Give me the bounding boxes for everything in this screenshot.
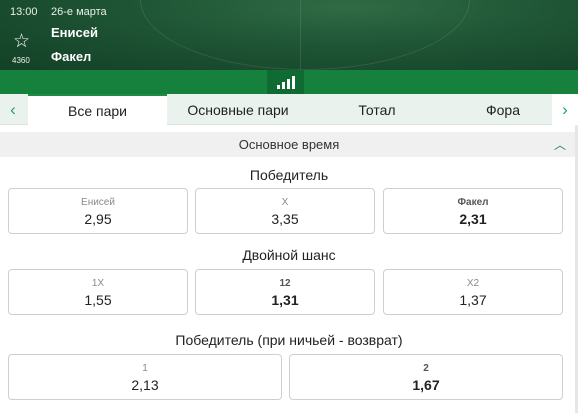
- team-home: Енисей: [51, 25, 98, 40]
- odds-value: 2,31: [459, 210, 487, 227]
- tab-handicap[interactable]: Фора: [448, 94, 558, 125]
- outcome-label: Факел: [457, 196, 489, 208]
- odds-value: 2,95: [84, 210, 112, 227]
- bar-chart-icon: [276, 85, 280, 89]
- match-time: 13:00: [10, 6, 38, 18]
- match-date: 26-е марта: [51, 6, 107, 18]
- bet-tabs: ‹ Все пари Основные пари Тотал Фора ›: [0, 94, 578, 125]
- outcome-label: 12: [279, 277, 291, 289]
- market-title: Двойной шанс: [242, 247, 336, 263]
- odds-button[interactable]: X 3,35: [195, 188, 375, 234]
- tab-all-bets[interactable]: Все пари: [28, 94, 167, 125]
- odds-value: 1,67: [412, 376, 440, 393]
- odds-value: 1,37: [459, 291, 487, 308]
- star-icon[interactable]: ☆: [13, 32, 30, 51]
- odds-button[interactable]: 1 2,13: [8, 354, 282, 400]
- odds-button[interactable]: Енисей 2,95: [8, 188, 188, 234]
- chevron-right-icon[interactable]: ›: [552, 94, 578, 125]
- outcome-label: 1: [142, 362, 148, 374]
- field-center-line: [300, 0, 301, 70]
- odds-button[interactable]: 12 1,31: [195, 269, 375, 315]
- match-header: 13:00 26-е марта ☆ 4360 Енисей Факел: [0, 0, 578, 70]
- bar-chart-icon: [281, 82, 285, 89]
- section-title: Основное время: [238, 137, 340, 152]
- odds-button[interactable]: X2 1,37: [383, 269, 563, 315]
- outcome-label: X: [281, 196, 289, 208]
- bar-chart-icon: [286, 79, 290, 89]
- chevron-left-icon[interactable]: ‹: [0, 94, 26, 125]
- odds-button[interactable]: 2 1,67: [289, 354, 563, 400]
- tab-total[interactable]: Тотал: [306, 94, 448, 125]
- odds-button[interactable]: 1X 1,55: [8, 269, 188, 315]
- tab-main-bets[interactable]: Основные пари: [170, 94, 306, 125]
- odds-button[interactable]: Факел 2,31: [383, 188, 563, 234]
- bar-chart-icon: [291, 76, 295, 89]
- stats-button[interactable]: [267, 70, 304, 94]
- odds-value: 2,13: [131, 376, 159, 393]
- odds-value: 1,55: [84, 291, 112, 308]
- odds-value: 3,35: [271, 210, 299, 227]
- section-header[interactable]: Основное время ︿: [0, 132, 578, 157]
- outcome-label: Енисей: [81, 196, 115, 208]
- chevron-up-icon[interactable]: ︿: [554, 136, 566, 153]
- stats-strip: [0, 70, 578, 94]
- market-title: Победитель (при ничьей - возврат): [175, 332, 403, 348]
- odds-value: 1,31: [271, 291, 299, 308]
- market-title: Победитель: [249, 167, 329, 183]
- field-center-circle: [140, 0, 470, 70]
- outcome-label: 2: [423, 362, 429, 374]
- team-away: Факел: [51, 49, 92, 64]
- outcome-label: 1X: [91, 277, 105, 289]
- favorite-count: 4360: [12, 56, 30, 65]
- outcome-label: X2: [466, 277, 480, 289]
